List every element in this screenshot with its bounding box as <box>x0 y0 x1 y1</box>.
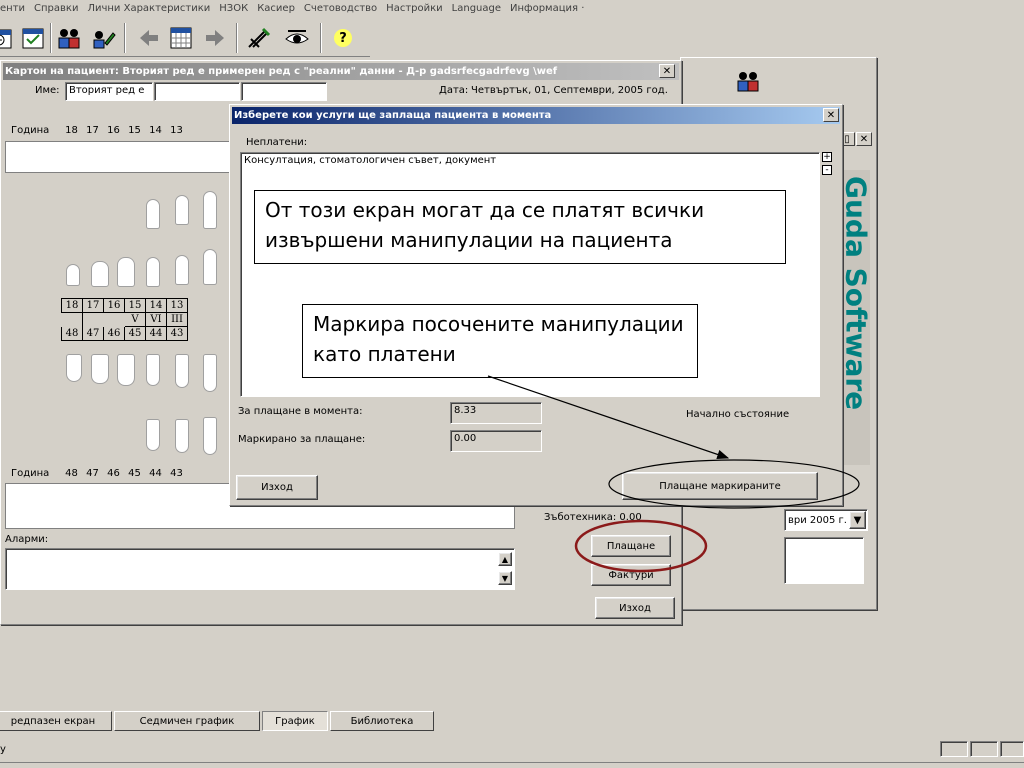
annotation-arrow <box>487 375 730 460</box>
taskbar-edge <box>0 762 1024 768</box>
tab-schedule[interactable]: График <box>262 711 328 731</box>
status-panel <box>940 741 968 757</box>
status-panel <box>1000 741 1024 757</box>
bottom-tabs: редпазен екран Седмичен график График Би… <box>0 710 1024 732</box>
status-panel <box>970 741 998 757</box>
status-bar: у <box>0 738 1024 768</box>
tab-library[interactable]: Библиотека <box>330 711 434 731</box>
annotation-overlay <box>487 375 860 573</box>
highlight-ellipse-pay-marked <box>608 459 860 509</box>
tab-weekly-schedule[interactable]: Седмичен график <box>114 711 260 731</box>
tab-home-screen[interactable]: редпазен екран <box>0 711 112 731</box>
highlight-ellipse-pay <box>574 519 708 573</box>
status-text: у <box>0 744 6 755</box>
